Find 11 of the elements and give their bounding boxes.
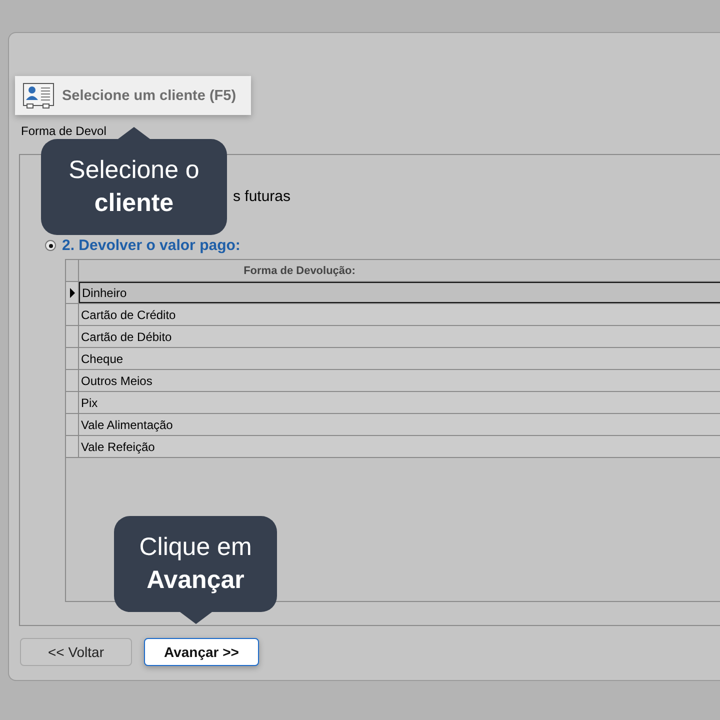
- tooltip: Clique em Avançar: [114, 516, 277, 624]
- next-button[interactable]: Avançar >>: [144, 638, 259, 666]
- radio-button[interactable]: [45, 240, 56, 251]
- contact-card-icon: [23, 82, 54, 108]
- grid-row[interactable]: Dinheiro: [79, 282, 720, 303]
- section-label: Forma de Devol: [21, 124, 106, 138]
- option-label: s futuras: [233, 188, 291, 206]
- column-header: Forma de Devolução:: [242, 264, 356, 278]
- back-button[interactable]: << Voltar: [20, 638, 132, 666]
- select-client-button[interactable]: Selecione um cliente (F5): [15, 76, 251, 115]
- option-label[interactable]: 2. Devolver o valor pago:: [62, 237, 240, 254]
